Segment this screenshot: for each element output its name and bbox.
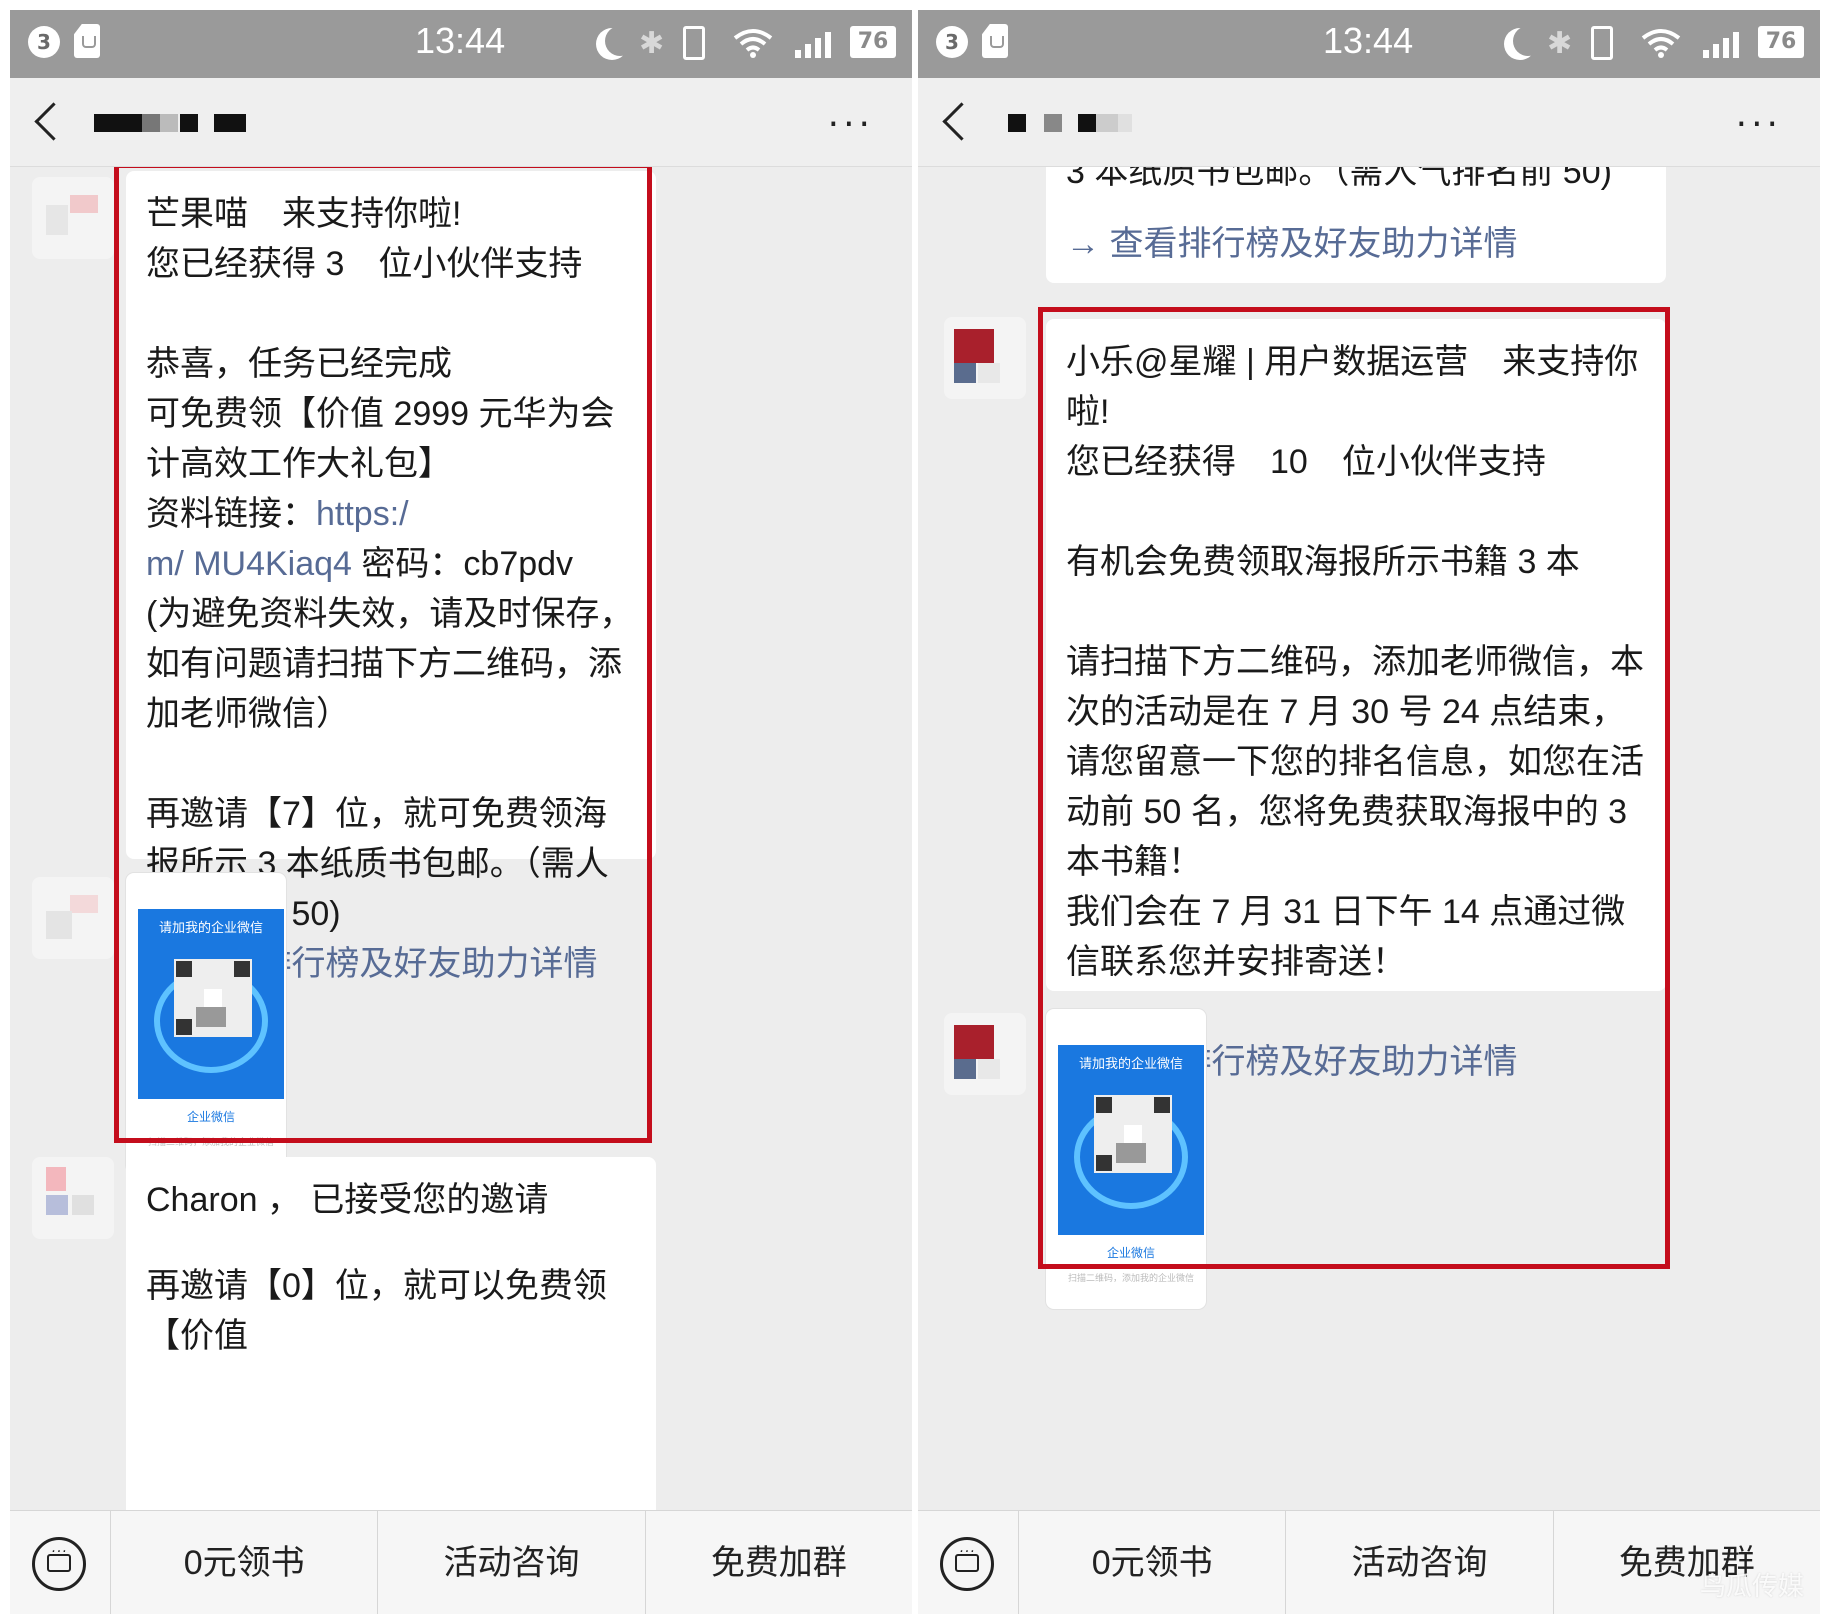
vibrate-icon	[683, 26, 705, 60]
avatar[interactable]	[944, 1013, 1026, 1095]
status-bar: 3 13:44 ✱ 76	[918, 10, 1820, 78]
chat-area[interactable]: 芒果喵 来支持你啦! 您已经获得 3 位小伙伴支持 恭喜，任务已经完成 可免费领…	[10, 167, 912, 1510]
message-bubble-previous: 3 本纸质书包邮。（需人气排名前 50) → 查看排行榜及好友助力详情	[1046, 167, 1666, 283]
more-icon[interactable]: ···	[828, 104, 874, 145]
sim-icon	[74, 24, 100, 58]
highlight-frame	[1038, 307, 1670, 1269]
menu-free-book[interactable]: 0元领书	[1018, 1511, 1285, 1614]
notification-badge: 3	[936, 26, 968, 58]
message-line: Charon ， 已接受您的邀请	[146, 1181, 549, 1219]
avatar[interactable]	[944, 317, 1026, 399]
chat-title-redacted	[94, 108, 314, 134]
keyboard-icon[interactable]	[32, 1537, 86, 1591]
signal-icon	[1703, 32, 1739, 58]
phone-screenshot-left: 3 13:44 ✱ 76 ··· 芒果喵 来支持你啦! 您已经获得 3 位小伙伴…	[10, 10, 912, 1614]
notification-badge: 3	[28, 26, 60, 58]
menu-consult[interactable]: 活动咨询	[1285, 1511, 1552, 1614]
qr-footer: 扫描二维码，添加我的企业微信	[1067, 1274, 1194, 1284]
message-line: 再邀请【0】位，就可以免费领【价值	[146, 1267, 607, 1355]
chat-header: ···	[10, 78, 912, 167]
battery-icon: 76	[850, 26, 896, 58]
phone-screenshot-right: 3 13:44 ✱ 76 ··· 3 本纸质书包邮。（需人气排名前 50) → …	[918, 10, 1820, 1614]
avatar[interactable]	[32, 877, 114, 959]
clock: 13:44	[1323, 20, 1414, 61]
bottom-menu-bar: 0元领书 活动咨询 免费加群 鸟瓜传媒	[918, 1510, 1820, 1614]
bluetooth-icon: ✱	[639, 26, 665, 61]
menu-free-book[interactable]: 0元领书	[110, 1511, 377, 1614]
avatar[interactable]	[32, 177, 114, 259]
message-line: 3 本纸质书包邮。（需人气排名前 50)	[1066, 167, 1612, 191]
more-icon[interactable]: ···	[1736, 104, 1782, 145]
message-bubble-invite: Charon ， 已接受您的邀请 再邀请【0】位，就可以免费领【价值	[126, 1157, 656, 1510]
wifi-icon	[1641, 29, 1681, 58]
sim-icon	[982, 24, 1008, 58]
highlight-frame	[114, 167, 652, 1143]
do-not-disturb-icon	[605, 26, 635, 56]
chat-area[interactable]: 3 本纸质书包邮。（需人气排名前 50) → 查看排行榜及好友助力详情 小乐@星…	[918, 167, 1820, 1510]
watermark: 鸟瓜传媒	[1699, 1572, 1804, 1602]
battery-icon: 76	[1758, 26, 1804, 58]
bottom-menu-bar: 0元领书 活动咨询 免费加群	[10, 1510, 912, 1614]
signal-icon	[795, 32, 831, 58]
back-icon[interactable]	[942, 102, 981, 141]
menu-join-group[interactable]: 免费加群	[644, 1511, 912, 1614]
avatar[interactable]	[32, 1157, 114, 1239]
chat-header: ···	[918, 78, 1820, 167]
menu-consult[interactable]: 活动咨询	[377, 1511, 644, 1614]
wifi-icon	[733, 29, 773, 58]
keyboard-icon[interactable]	[940, 1537, 994, 1591]
clock: 13:44	[415, 20, 506, 61]
vibrate-icon	[1591, 26, 1613, 60]
ranking-detail-link[interactable]: → 查看排行榜及好友助力详情	[1066, 219, 1646, 269]
back-icon[interactable]	[34, 102, 73, 141]
status-bar: 3 13:44 ✱ 76	[10, 10, 912, 78]
bluetooth-icon: ✱	[1547, 26, 1573, 61]
do-not-disturb-icon	[1513, 26, 1543, 56]
chat-title-redacted	[1002, 108, 1222, 134]
